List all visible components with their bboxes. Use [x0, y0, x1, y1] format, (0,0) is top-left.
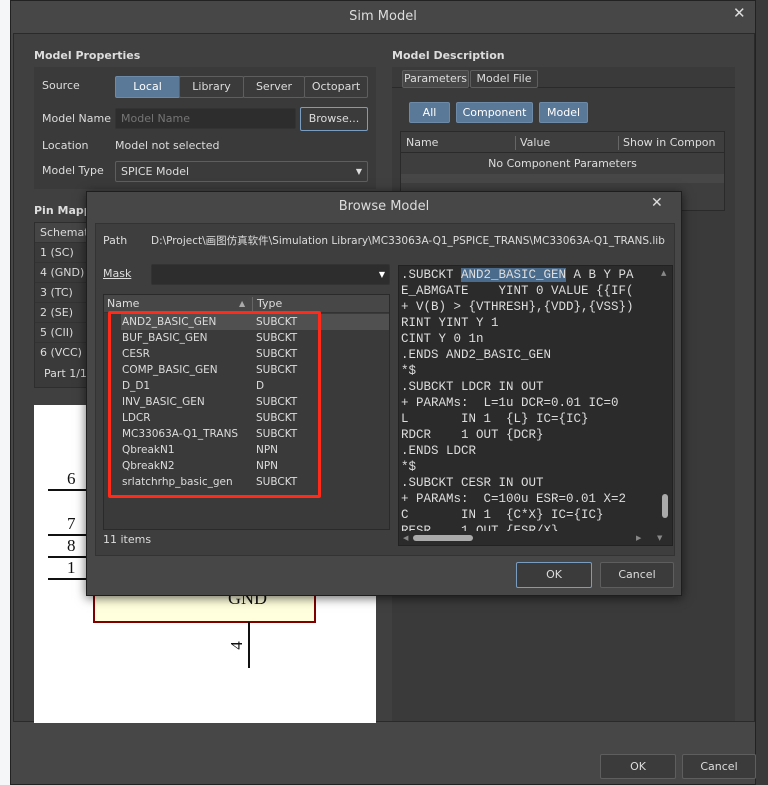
code-text: .SUBCKT — [401, 268, 462, 282]
scroll-left-icon[interactable]: ◀ — [403, 531, 408, 545]
code-line: RINT YINT Y 1 — [401, 316, 499, 330]
scroll-down-icon[interactable]: ▼ — [657, 531, 662, 545]
code-line: .SUBCKT LDCR IN OUT — [401, 380, 544, 394]
code-selection: AND2_BASIC_GEN — [461, 268, 567, 282]
code-line: RDCR 1 OUT {DCR} — [401, 428, 544, 442]
highlight-box — [108, 311, 321, 498]
pin-row[interactable]: 5 (CII) — [35, 323, 93, 343]
code-line: + V(B) > {VTHRESH},{VDD},{VSS}) — [401, 300, 634, 314]
pin-row[interactable]: 4 (GND) — [35, 263, 93, 283]
cancel-button[interactable]: Cancel — [682, 754, 756, 779]
background-right — [755, 0, 768, 785]
empty-message: No Component Parameters — [488, 157, 637, 170]
code-line: CINT Y 0 1n — [401, 332, 484, 346]
filter-component-button[interactable]: Component — [456, 102, 533, 123]
dialog-title: Browse Model — [338, 199, 430, 214]
ok-button[interactable]: OK — [600, 754, 676, 779]
code-line: E_ABMGATE YINT 0 VALUE {{IF( — [401, 284, 634, 298]
horizontal-scrollbar[interactable]: ◀ ▶ ▼ — [399, 531, 672, 545]
source-local-tab[interactable]: Local — [115, 76, 180, 98]
path-value: D:\Project\画图仿真软件\Simulation Library\MC3… — [151, 235, 665, 247]
browse-ok-button[interactable]: OK — [516, 562, 592, 588]
tab-model-file[interactable]: Model File — [470, 70, 538, 88]
code-line: .ENDS LDCR — [401, 444, 477, 458]
filter-all-button[interactable]: All — [409, 102, 450, 123]
pin-line — [248, 622, 250, 668]
pin-row[interactable]: 1 (SC) — [35, 243, 93, 263]
model-name-input[interactable] — [115, 108, 296, 129]
pin-number: 1 — [67, 558, 76, 577]
mask-label: Mask — [103, 267, 132, 280]
model-type-select[interactable]: SPICE Model ▼ — [115, 161, 368, 182]
chevron-down-icon: ▼ — [378, 270, 385, 279]
model-type-label: Model Type — [42, 164, 104, 177]
model-properties-heading: Model Properties — [34, 49, 141, 62]
location-value: Model not selected — [115, 139, 220, 152]
vertical-scrollbar[interactable]: ▲ — [658, 266, 672, 531]
scroll-up-icon[interactable]: ▲ — [661, 266, 666, 280]
column-name[interactable]: Name — [107, 297, 139, 311]
code-line: .ENDS AND2_BASIC_GEN — [401, 348, 552, 362]
model-description-heading: Model Description — [392, 49, 505, 62]
pin-number: 4 — [226, 641, 246, 650]
window-title: Sim Model — [349, 9, 417, 24]
scrollbar-thumb[interactable] — [662, 494, 668, 518]
code-line: C IN 1 {C*X} IC={IC} — [401, 508, 604, 522]
browse-button[interactable]: Browse... — [300, 107, 368, 131]
source-library-tab[interactable]: Library — [179, 76, 244, 98]
pin-row[interactable]: 3 (TC) — [35, 283, 93, 303]
pin-mapping-header: Schemati — [35, 223, 93, 243]
pin-row[interactable]: 2 (SE) — [35, 303, 93, 323]
column-name[interactable]: Name — [406, 136, 438, 150]
model-type-value: SPICE Model — [121, 165, 190, 178]
code-line: + PARAMs: L=1u DCR=0.01 IC=0 — [401, 396, 619, 410]
scrollbar-thumb[interactable] — [413, 535, 473, 541]
column-type[interactable]: Type — [252, 297, 282, 311]
row-stripe — [401, 174, 724, 183]
source-octopart-tab[interactable]: Octopart — [304, 76, 368, 98]
column-show-in-component[interactable]: Show in Compon — [618, 136, 716, 150]
pin-mapping-table: Schemati 1 (SC) 4 (GND) 3 (TC) 2 (SE) 5 … — [34, 222, 94, 388]
browse-cancel-button[interactable]: Cancel — [600, 562, 674, 588]
header-divider — [401, 152, 724, 153]
pin-number: 8 — [67, 536, 76, 555]
pin-number: 6 — [67, 469, 76, 488]
code-line: .SUBCKT AND2_BASIC_GEN A B Y PA — [401, 267, 634, 283]
chevron-down-icon: ▼ — [355, 167, 362, 176]
part-indicator: Part 1/1 — [35, 358, 93, 387]
model-code-view: .SUBCKT AND2_BASIC_GEN A B Y PA E_ABMGAT… — [398, 265, 673, 546]
close-icon[interactable]: ✕ — [651, 196, 663, 210]
path-label: Path — [103, 234, 128, 247]
filter-model-button[interactable]: Model — [539, 102, 588, 123]
model-name-label: Model Name — [42, 112, 111, 125]
location-label: Location — [42, 139, 89, 152]
background-schematic — [0, 0, 10, 785]
code-line: *$ — [401, 364, 417, 378]
tab-parameters[interactable]: Parameters — [402, 70, 469, 88]
source-label: Source — [42, 79, 80, 92]
sort-ascending-icon[interactable]: ▲ — [239, 297, 245, 311]
column-value[interactable]: Value — [515, 136, 550, 150]
code-text: A B Y PA — [566, 268, 634, 282]
source-server-tab[interactable]: Server — [243, 76, 305, 98]
code-line: + PARAMs: C=100u ESR=0.01 X=2 — [401, 492, 627, 506]
item-count: 11 items — [103, 533, 152, 546]
scroll-right-icon[interactable]: ▶ — [636, 531, 641, 545]
code-line: .SUBCKT CESR IN OUT — [401, 476, 544, 490]
mask-combobox[interactable]: ▼ — [151, 264, 390, 285]
code-line: *$ — [401, 460, 417, 474]
close-icon[interactable]: ✕ — [733, 6, 746, 21]
code-line: L IN 1 {L} IC={IC} — [401, 412, 589, 426]
pin-number: 7 — [67, 514, 76, 533]
